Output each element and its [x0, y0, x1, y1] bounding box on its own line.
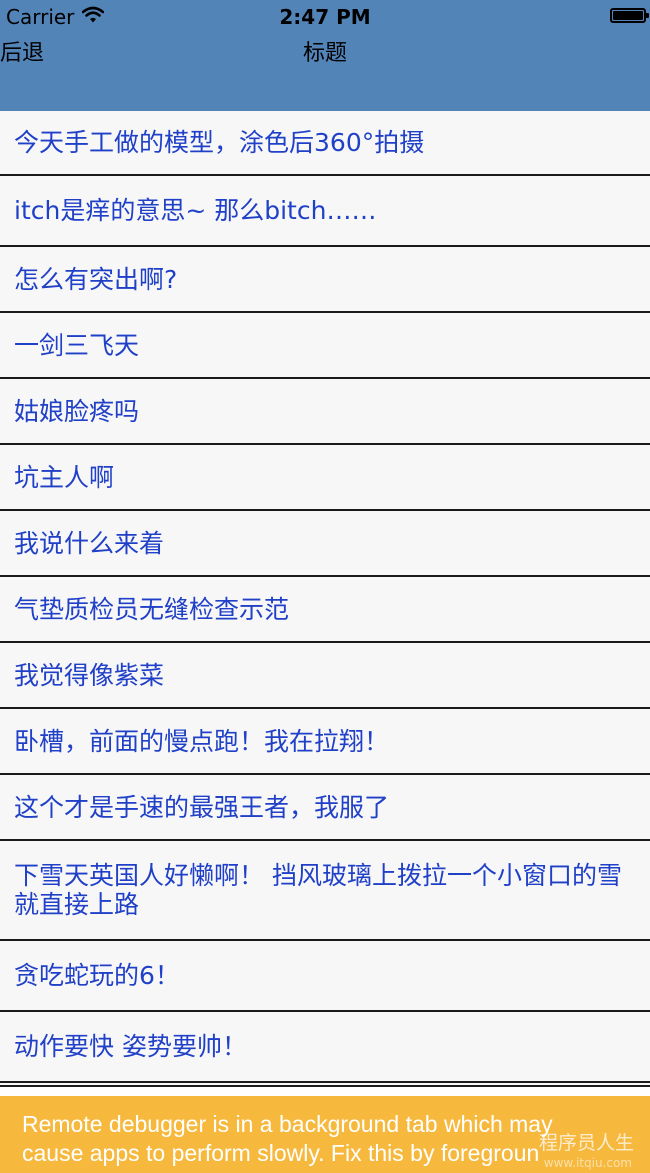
status-bar: Carrier 2:47 PM: [0, 0, 650, 34]
list-item[interactable]: 这个才是手速的最强王者，我服了: [0, 775, 650, 841]
list-item[interactable]: 一剑三飞天: [0, 313, 650, 379]
list-item[interactable]: 下雪天英国人好懒啊！ 挡风玻璃上拨拉一个小窗口的雪就直接上路: [0, 841, 650, 941]
list-item-label: 一剑三飞天: [14, 330, 140, 360]
list-item-label: 我说什么来着: [14, 528, 165, 558]
page-title: 标题: [302, 41, 347, 66]
list-item-label: 气垫质检员无缝检查示范: [14, 594, 290, 624]
list-item-label: 坑主人啊: [14, 462, 115, 492]
list-item-label: itch是痒的意思~ 那么bitch……: [14, 196, 377, 225]
list-item-label: 我觉得像紫菜: [14, 660, 165, 690]
list-item: [0, 1083, 650, 1087]
list-item[interactable]: 贪吃蛇玩的6！: [0, 941, 650, 1012]
list-item-label: 卧槽，前面的慢点跑！我在拉翔！: [14, 726, 390, 756]
list-item[interactable]: 我觉得像紫菜: [0, 643, 650, 709]
list-item-label: 动作要快 姿势要帅！: [14, 1032, 247, 1061]
watermark-logo: 程序员人生: [538, 1132, 634, 1154]
warning-text-line: cause apps to perform slowly. Fix this b…: [22, 1140, 540, 1166]
battery-icon: [610, 8, 649, 23]
list-item-label: 贪吃蛇玩的6！: [14, 961, 180, 990]
news-list: 今天手工做的模型，涂色后360°拍摄 itch是痒的意思~ 那么bitch…… …: [0, 111, 650, 1087]
list-item[interactable]: 姑娘脸疼吗: [0, 379, 650, 445]
status-time: 2:47 PM: [279, 5, 371, 29]
list-item[interactable]: 我说什么来着: [0, 511, 650, 577]
list-item-label: 姑娘脸疼吗: [14, 396, 140, 426]
list-item[interactable]: itch是痒的意思~ 那么bitch……: [0, 176, 650, 247]
list-item-label: 这个才是手速的最强王者，我服了: [14, 792, 390, 822]
warning-text-line: Remote debugger is in a background tab w…: [22, 1111, 553, 1137]
list-item[interactable]: 怎么有突出啊?: [0, 247, 650, 313]
list-item[interactable]: 今天手工做的模型，涂色后360°拍摄: [0, 111, 650, 176]
list-item-label: 下雪天英国人好懒啊！ 挡风玻璃上拨拉一个小窗口的雪就直接上路: [14, 861, 622, 919]
navigation-header: Carrier 2:47 PM 后退 标题: [0, 0, 650, 111]
list-item[interactable]: 坑主人啊: [0, 445, 650, 511]
list-item-label: 今天手工做的模型，涂色后360°拍摄: [14, 128, 425, 157]
list-item[interactable]: 气垫质检员无缝检查示范: [0, 577, 650, 643]
list-item[interactable]: 动作要快 姿势要帅！: [0, 1012, 650, 1083]
list-item[interactable]: 卧槽，前面的慢点跑！我在拉翔！: [0, 709, 650, 775]
list-item-label: 怎么有突出啊?: [14, 264, 178, 294]
watermark-url: www.itqiu.com: [543, 1156, 632, 1170]
